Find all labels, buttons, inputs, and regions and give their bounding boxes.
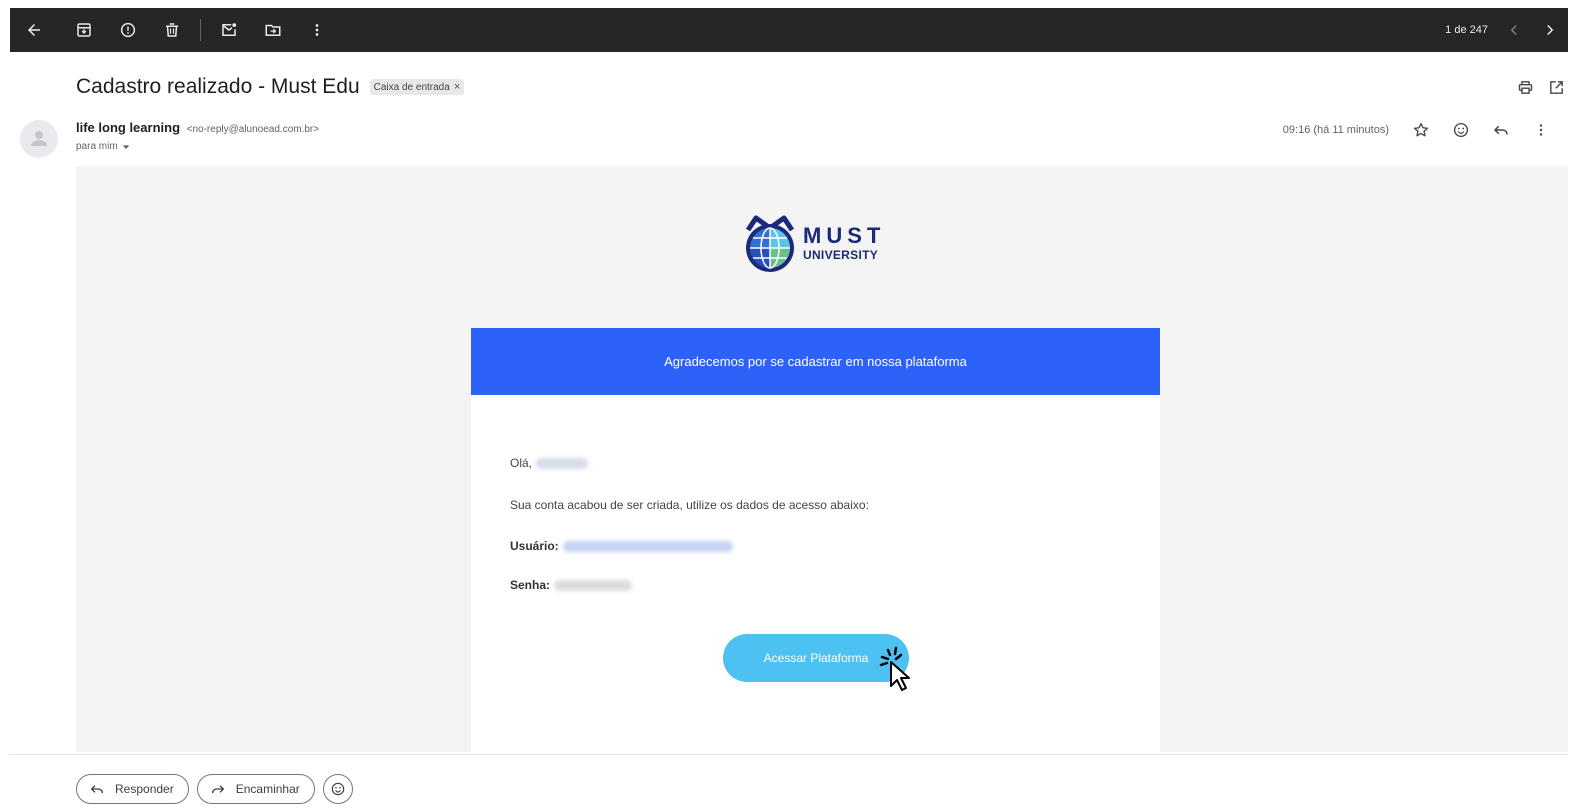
sender-line: life long learning <no-reply@alunoead.co… xyxy=(76,120,319,135)
password-row: Senha: xyxy=(510,578,633,592)
delete-icon xyxy=(166,23,178,37)
message-actions: 09:16 (há 11 minutos) xyxy=(1283,116,1561,144)
mark-unread-button[interactable] xyxy=(207,8,251,52)
avatar[interactable] xyxy=(20,120,58,158)
recipients-toggle[interactable]: para mim xyxy=(76,141,130,152)
subject-actions xyxy=(1517,72,1565,102)
caret-down-icon xyxy=(122,144,129,149)
back-arrow-icon xyxy=(28,24,40,36)
greeting: Olá, xyxy=(510,456,589,470)
move-to-button[interactable] xyxy=(251,8,295,52)
subject-row: Cadastro realizado - Must Edu Caixa de e… xyxy=(76,72,1565,102)
more-message-options-button[interactable] xyxy=(1521,116,1561,144)
forward-pill-button[interactable]: Encaminhar xyxy=(196,774,315,804)
username-label: Usuário: xyxy=(510,539,559,553)
inbox-label-chip[interactable]: Caixa de entrada × xyxy=(369,79,465,95)
top-toolbar: 1 de 247 xyxy=(10,8,1568,52)
chevron-left-icon xyxy=(1510,24,1517,36)
click-cursor-icon xyxy=(879,646,910,691)
greeting-text: Olá, xyxy=(510,456,533,470)
more-vert-icon xyxy=(315,24,319,36)
redacted-password xyxy=(554,579,633,591)
print-button[interactable] xyxy=(1517,79,1534,96)
redacted-username-link[interactable] xyxy=(562,540,733,552)
emoji-pill-button[interactable] xyxy=(322,774,353,804)
reply-button[interactable] xyxy=(1481,116,1521,144)
bottom-divider xyxy=(10,754,1568,755)
logo-university-text: UNIVERSITY xyxy=(803,248,879,262)
remove-label-button[interactable]: × xyxy=(454,81,460,93)
chevron-right-icon xyxy=(1547,24,1554,36)
open-in-new-icon xyxy=(1550,80,1563,94)
username-row: Usuário: xyxy=(510,539,733,553)
report-spam-button[interactable] xyxy=(106,8,150,52)
newer-button[interactable] xyxy=(1496,8,1532,52)
reply-label: Responder xyxy=(115,782,174,796)
back-button[interactable] xyxy=(12,8,56,52)
person-icon xyxy=(31,131,47,146)
older-button[interactable] xyxy=(1532,8,1568,52)
label-text: Caixa de entrada xyxy=(373,81,450,93)
move-to-icon xyxy=(265,24,281,36)
archive-icon xyxy=(77,23,91,37)
emoji-icon xyxy=(1453,122,1469,138)
delete-button[interactable] xyxy=(150,8,194,52)
forward-label: Encaminhar xyxy=(235,782,300,796)
star-button[interactable] xyxy=(1401,116,1441,144)
account-info-text: Sua conta acabou de ser criada, utilize … xyxy=(510,498,869,512)
redacted-name xyxy=(536,457,589,469)
logo-must-text: MUST xyxy=(803,223,886,248)
reply-actions: Responder Encaminhar xyxy=(76,774,353,804)
more-vert-icon xyxy=(1539,124,1543,136)
open-new-window-button[interactable] xyxy=(1548,79,1565,96)
password-label: Senha: xyxy=(510,578,551,592)
message-count: 1 de 247 xyxy=(1445,24,1488,36)
globe-logo-icon xyxy=(745,215,795,272)
must-university-logo: MUST UNIVERSITY xyxy=(740,212,890,274)
reply-icon xyxy=(1493,125,1508,135)
forward-icon xyxy=(211,785,224,794)
sender-name[interactable]: life long learning xyxy=(76,120,180,135)
email-subject: Cadastro realizado - Must Edu xyxy=(76,75,360,98)
report-spam-icon xyxy=(120,22,136,38)
reply-icon xyxy=(90,785,103,794)
emoji-react-button[interactable] xyxy=(1441,116,1481,144)
mark-unread-icon xyxy=(222,23,237,36)
timestamp: 09:16 (há 11 minutos) xyxy=(1282,124,1389,136)
star-icon xyxy=(1413,122,1429,137)
email-body: MUST UNIVERSITY Agradecemos por se cadas… xyxy=(76,166,1568,752)
toolbar-separator xyxy=(200,19,201,41)
archive-button[interactable] xyxy=(62,8,106,52)
welcome-banner: Agradecemos por se cadastrar em nossa pl… xyxy=(471,328,1160,395)
more-options-button[interactable] xyxy=(295,8,339,52)
recipient-text: para mim xyxy=(76,141,118,152)
reply-pill-button[interactable]: Responder xyxy=(76,774,189,804)
emoji-icon xyxy=(331,782,345,796)
print-icon xyxy=(1518,80,1533,94)
sender-email: <no-reply@alunoead.com.br> xyxy=(186,124,320,135)
email-card: Agradecemos por se cadastrar em nossa pl… xyxy=(471,328,1160,752)
